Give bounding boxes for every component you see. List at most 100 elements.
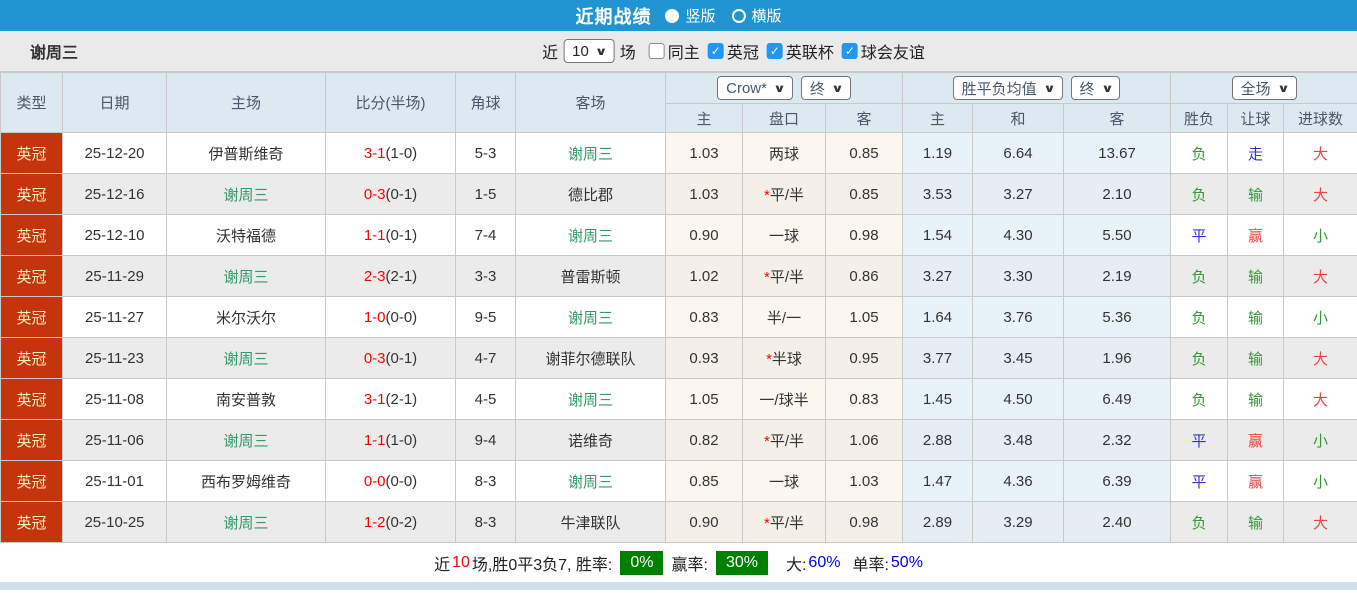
handicap: *平/半 xyxy=(743,420,826,461)
goals-result-text: 大 xyxy=(1313,392,1328,409)
checkbox-checked-icon[interactable]: ✓ xyxy=(708,43,724,59)
league-name: 英冠 xyxy=(16,310,46,327)
handicap-result-text: 走 xyxy=(1248,146,1263,163)
match-date: 25-11-23 xyxy=(63,338,167,379)
avg-away-value: 2.32 xyxy=(1102,432,1131,449)
result-goals: 大 xyxy=(1284,256,1357,297)
single-label: 单率: xyxy=(852,551,888,575)
corner-text: 4-7 xyxy=(475,350,497,367)
corner-text: 8-3 xyxy=(475,514,497,531)
games-label: 场 xyxy=(620,39,636,63)
table-row: 英冠25-11-06谢周三1-1(1-0)9-4诺维奇0.82*平/半1.062… xyxy=(1,420,1357,461)
avg-home-value: 1.19 xyxy=(923,145,952,162)
sub-header-avg-draw: 和 xyxy=(973,104,1064,133)
chevron-down-icon: ∨ xyxy=(1043,82,1056,95)
result-goals: 小 xyxy=(1284,215,1357,256)
home-odds: 0.90 xyxy=(666,502,743,543)
corner-text: 3-3 xyxy=(475,268,497,285)
away-team-name: 谢周三 xyxy=(568,392,613,409)
table-row: 英冠25-12-10沃特福德1-1(0-1)7-4谢周三0.90一球0.981.… xyxy=(1,215,1357,256)
home-odds: 0.82 xyxy=(666,420,743,461)
league-name: 英冠 xyxy=(16,228,46,245)
avg-away-value: 5.50 xyxy=(1102,227,1131,244)
handicap-result-text: 赢 xyxy=(1248,474,1263,491)
layout-radio-0[interactable]: 竖版 xyxy=(665,5,715,26)
home-odds: 0.83 xyxy=(666,297,743,338)
league-badge: 英冠 xyxy=(1,256,63,297)
result-wdl: 平 xyxy=(1171,461,1228,502)
away-team: 谢周三 xyxy=(516,133,666,174)
odds-source-select[interactable]: Crow* ∨ xyxy=(717,76,793,100)
avg-away: 2.32 xyxy=(1064,420,1171,461)
handicap-text: 半/一 xyxy=(767,310,801,327)
col-header-score: 比分(半场) xyxy=(326,73,456,133)
goals-result-text: 大 xyxy=(1313,187,1328,204)
handicap-result-text: 输 xyxy=(1248,392,1263,409)
radio-icon xyxy=(665,9,679,23)
away-team-name: 谢菲尔德联队 xyxy=(545,351,635,368)
home-odds-value: 0.90 xyxy=(689,227,718,244)
league-name: 英冠 xyxy=(16,515,46,532)
avg-draw-value: 3.45 xyxy=(1003,350,1032,367)
avg-type-select[interactable]: 胜平负均值 ∨ xyxy=(953,76,1063,100)
avg-away: 5.36 xyxy=(1064,297,1171,338)
away-team: 谢周三 xyxy=(516,297,666,338)
avg-home-value: 3.27 xyxy=(923,268,952,285)
corner-text: 4-5 xyxy=(475,391,497,408)
match-count-select[interactable]: 10 ∨ xyxy=(563,39,615,63)
avg-away-value: 2.10 xyxy=(1102,186,1131,203)
avg-time-select[interactable]: 终 ∨ xyxy=(1071,76,1121,100)
odds-time-select[interactable]: 终 ∨ xyxy=(801,76,851,100)
full-score: 3-1 xyxy=(364,391,386,408)
score-cell: 1-1(0-1) xyxy=(326,215,456,256)
match-date: 25-12-16 xyxy=(63,174,167,215)
half-score: (1-0) xyxy=(386,432,418,449)
handicap-header-group: Crow* ∨ 终 ∨ xyxy=(666,73,903,104)
away-odds: 0.98 xyxy=(826,502,903,543)
avg-draw: 3.29 xyxy=(973,502,1064,543)
checkbox-checked-icon[interactable]: ✓ xyxy=(842,43,858,59)
handicap: *半球 xyxy=(743,338,826,379)
scope-select[interactable]: 全场 ∨ xyxy=(1232,76,1297,100)
team-name: 谢周三 xyxy=(30,39,78,63)
league-badge: 英冠 xyxy=(1,338,63,379)
handicap: *平/半 xyxy=(743,256,826,297)
avg-away: 1.96 xyxy=(1064,338,1171,379)
league-badge: 英冠 xyxy=(1,461,63,502)
avg-draw-value: 3.30 xyxy=(1003,268,1032,285)
avg-draw-value: 3.76 xyxy=(1003,309,1032,326)
chevron-down-icon: ∨ xyxy=(1277,82,1290,95)
layout-radio-1[interactable]: 横版 xyxy=(732,5,782,26)
table-row: 英冠25-10-25谢周三1-2(0-2)8-3牛津联队0.90*平/半0.98… xyxy=(1,502,1357,543)
avg-away-value: 2.40 xyxy=(1102,514,1131,531)
table-row: 英冠25-11-23谢周三0-3(0-1)4-7谢菲尔德联队0.93*半球0.9… xyxy=(1,338,1357,379)
score-cell: 0-3(0-1) xyxy=(326,338,456,379)
checkbox-unchecked-icon[interactable] xyxy=(649,43,665,59)
avg-draw: 3.27 xyxy=(973,174,1064,215)
result-text: 负 xyxy=(1192,269,1207,286)
avg-draw: 3.45 xyxy=(973,338,1064,379)
handicap-text: 平/半 xyxy=(770,269,804,286)
avg-away: 6.49 xyxy=(1064,379,1171,420)
avg-home: 2.89 xyxy=(903,502,973,543)
layout-radio-group: 竖版横版 xyxy=(665,5,781,26)
score-cell: 3-1(1-0) xyxy=(326,133,456,174)
league-badge: 英冠 xyxy=(1,379,63,420)
league-badge: 英冠 xyxy=(1,215,63,256)
result-handicap: 输 xyxy=(1228,174,1284,215)
home-team-name: 西布罗姆维奇 xyxy=(201,474,291,491)
goals-result-text: 大 xyxy=(1313,351,1328,368)
result-handicap: 输 xyxy=(1228,297,1284,338)
checkbox-checked-icon[interactable]: ✓ xyxy=(767,43,783,59)
table-row: 英冠25-11-08南安普敦3-1(2-1)4-5谢周三1.05一/球半0.83… xyxy=(1,379,1357,420)
away-team: 牛津联队 xyxy=(516,502,666,543)
date-text: 25-11-01 xyxy=(85,473,144,490)
avg-away-value: 1.96 xyxy=(1102,350,1131,367)
big-rate: 60% xyxy=(808,554,840,572)
result-wdl: 平 xyxy=(1171,420,1228,461)
home-odds-value: 1.03 xyxy=(689,145,718,162)
handicap: 两球 xyxy=(743,133,826,174)
date-text: 25-12-20 xyxy=(84,145,144,162)
league-badge: 英冠 xyxy=(1,502,63,543)
result-goals: 大 xyxy=(1284,174,1357,215)
